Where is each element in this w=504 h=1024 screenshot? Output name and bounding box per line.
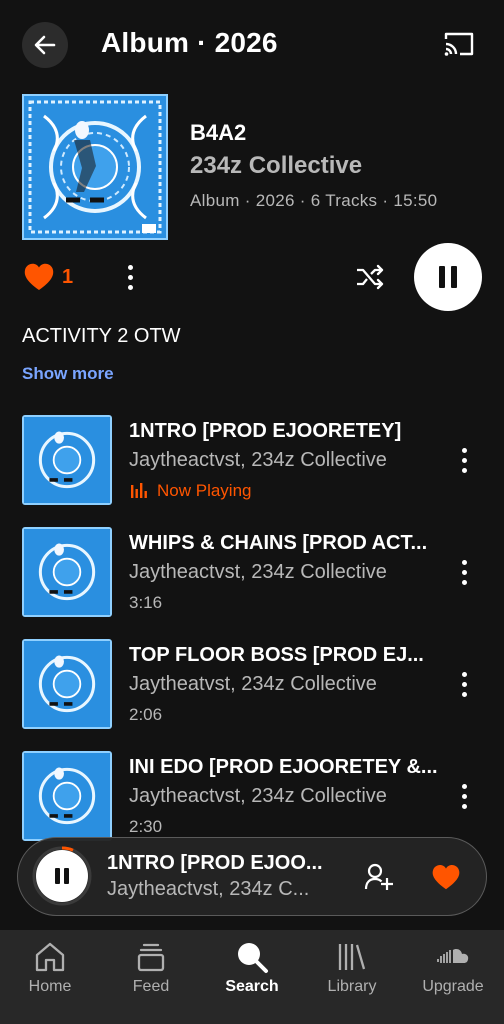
track-artwork [22,527,112,617]
cast-icon[interactable] [442,29,476,59]
track-artist: Jaytheactvst, 234z Collective [129,449,387,471]
album-cover [22,94,168,240]
album-more-button[interactable] [118,262,142,292]
nav-feed[interactable]: Feed [101,930,201,1024]
like-count: 1 [62,266,74,288]
track-title: 1NTRO [PROD EJOORETEY] [129,420,402,442]
back-button[interactable] [22,22,68,68]
equalizer-icon [131,483,147,498]
album-meta: Album · 2026 · 6 Tracks · 15:50 [190,191,438,210]
more-vertical-icon [461,559,467,585]
more-vertical-icon [461,447,467,473]
track-title: INI EDO [PROD EJOORETEY &... [129,756,438,778]
feed-icon [137,943,165,972]
more-vertical-icon [461,783,467,809]
track-title: WHIPS & CHAINS [PROD ACT... [129,532,428,554]
pause-icon [439,266,457,288]
track-artwork [22,415,112,505]
follow-user-icon[interactable] [364,862,394,892]
shuffle-icon[interactable] [354,262,386,292]
heart-icon[interactable] [430,862,462,892]
mini-player-title: 1NTRO [PROD EJOO... [107,852,323,874]
album-title: B4A2 [190,120,247,145]
bottom-navigation: Home Feed Search Library Upgrade [0,930,504,1024]
pause-icon [55,868,69,884]
mini-pause-button[interactable] [36,850,88,902]
page-title: Album · 2026 [101,27,278,58]
arrow-left-icon [34,35,56,55]
mini-player-artist: Jaytheactvst, 234z C... [107,878,310,900]
pause-button[interactable] [414,243,482,311]
nav-home[interactable]: Home [0,930,100,1024]
more-vertical-icon [461,671,467,697]
track-artist: Jaytheactvst, 234z Collective [129,785,387,807]
home-icon [35,942,65,972]
track-artist: Jaytheactvst, 234z Collective [129,561,387,583]
track-title: TOP FLOOR BOSS [PROD EJ... [129,644,424,666]
library-icon [338,944,366,970]
now-playing-label: Now Playing [157,481,252,500]
nav-search[interactable]: Search [202,930,302,1024]
track-more-button[interactable] [452,781,476,811]
heart-icon[interactable] [22,260,56,294]
track-duration: 2:06 [129,705,163,724]
nav-library[interactable]: Library [302,930,402,1024]
track-more-button[interactable] [452,557,476,587]
track-duration: 2:30 [129,817,163,836]
album-description: ACTIVITY 2 OTW [22,325,181,347]
track-more-button[interactable] [452,445,476,475]
track-duration: 3:16 [129,593,163,612]
nav-upgrade[interactable]: Upgrade [403,930,503,1024]
search-icon [238,943,268,973]
header: Album · 2026 [0,0,504,90]
soundcloud-icon [437,949,469,963]
mini-player[interactable]: 1NTRO [PROD EJOO... Jaytheactvst, 234z C… [17,837,487,916]
show-more-link[interactable]: Show more [22,364,114,384]
track-artwork [22,639,112,729]
album-art-image [24,96,166,238]
track-artwork [22,751,112,841]
track-row[interactable]: INI EDO [PROD EJOORETEY &... Jaytheactvs… [0,751,504,843]
more-vertical-icon [127,264,133,290]
track-row[interactable]: WHIPS & CHAINS [PROD ACT... Jaytheactvst… [0,527,504,619]
album-artist[interactable]: 234z Collective [190,152,362,180]
track-more-button[interactable] [452,669,476,699]
track-artist: Jaytheatvst, 234z Collective [129,673,377,695]
track-row[interactable]: 1NTRO [PROD EJOORETEY] Jaytheactvst, 234… [0,415,504,507]
track-row[interactable]: TOP FLOOR BOSS [PROD EJ... Jaytheatvst, … [0,639,504,731]
